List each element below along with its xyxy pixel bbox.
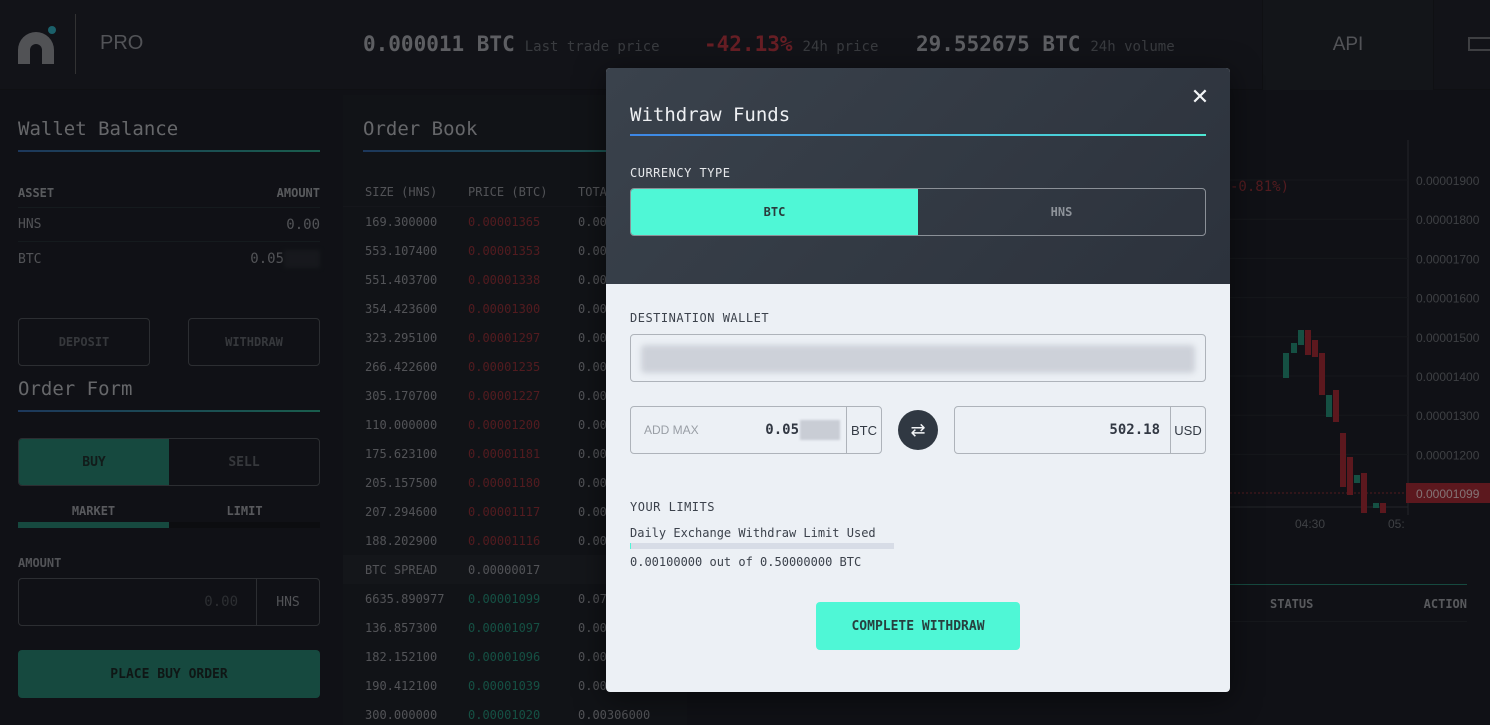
- limit-progress-fill: [630, 543, 631, 549]
- limit-progress-bar: [630, 543, 894, 549]
- currency-btc-tab[interactable]: BTC: [631, 189, 918, 235]
- crypto-amount-value: 0.05: [765, 422, 799, 438]
- modal-title: Withdraw Funds: [630, 104, 1206, 136]
- currency-type-label: CURRENCY TYPE: [630, 166, 731, 180]
- crypto-unit: BTC: [846, 407, 881, 453]
- crypto-amount-field[interactable]: ADD MAX 0.05 BTC: [630, 406, 882, 454]
- redacted-digits: [800, 420, 840, 440]
- currency-hns-tab[interactable]: HNS: [918, 189, 1205, 235]
- destination-wallet-input[interactable]: [630, 334, 1206, 382]
- withdraw-funds-modal: Withdraw Funds ✕ CURRENCY TYPE BTC HNS D…: [606, 68, 1230, 692]
- limit-text: 0.00100000 out of 0.50000000 BTC: [630, 555, 862, 569]
- your-limits-label: YOUR LIMITS: [630, 500, 715, 514]
- close-icon[interactable]: ✕: [1190, 87, 1210, 109]
- complete-withdraw-button[interactable]: COMPLETE WITHDRAW: [816, 602, 1020, 650]
- usd-amount-input[interactable]: 502.18: [955, 407, 1170, 453]
- limit-name: Daily Exchange Withdraw Limit Used: [630, 526, 876, 540]
- destination-wallet-label: DESTINATION WALLET: [630, 311, 770, 325]
- modal-header: Withdraw Funds ✕ CURRENCY TYPE BTC HNS: [606, 68, 1230, 284]
- usd-unit: USD: [1170, 407, 1205, 453]
- swap-icon[interactable]: ⇄: [898, 410, 938, 450]
- add-max-link[interactable]: ADD MAX: [644, 423, 699, 437]
- redacted-address: [641, 345, 1195, 373]
- currency-type-toggle: BTC HNS: [630, 188, 1206, 236]
- usd-amount-field[interactable]: 502.18 USD: [954, 406, 1206, 454]
